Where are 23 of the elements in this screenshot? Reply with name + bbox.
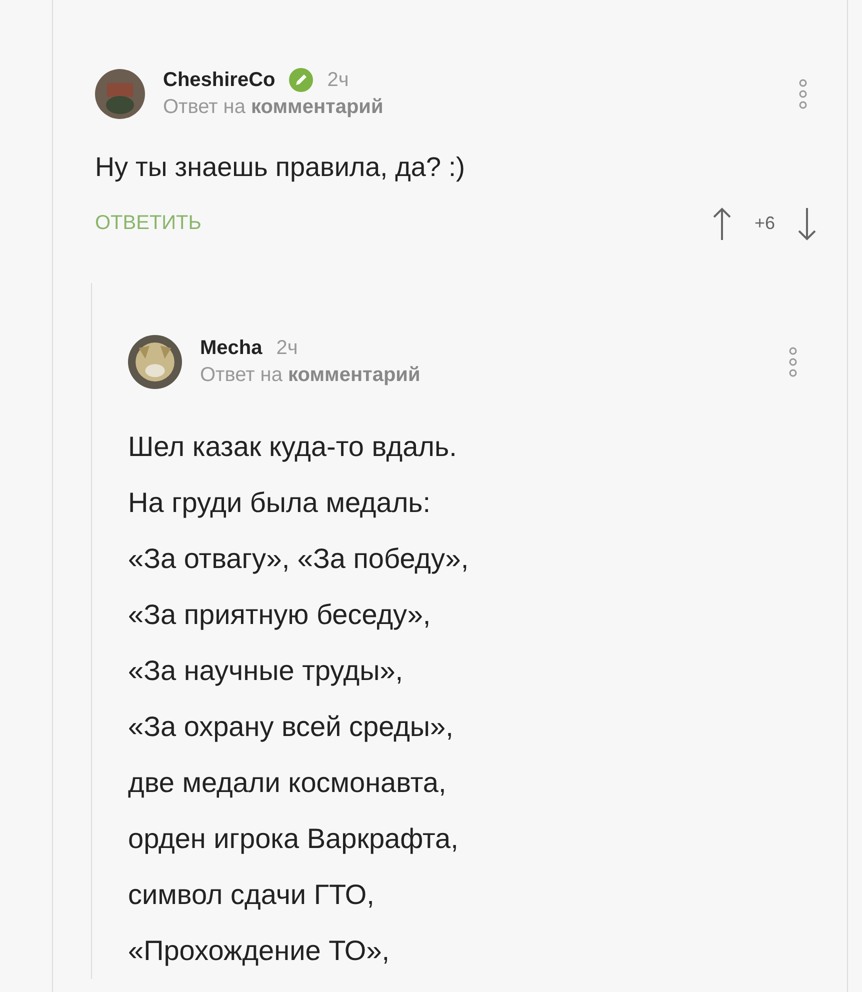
poem-line: «За приятную беседу», (128, 598, 432, 632)
upvote-icon[interactable] (712, 206, 732, 241)
comment-text: Ну ты знаешь правила, да? :) (95, 151, 466, 184)
poem-line: «За научные труды», (128, 654, 404, 688)
poem-line: «За отвагу», «За победу», (128, 542, 470, 576)
poem-line: орден игрока Варкрафта, (128, 822, 460, 856)
reply-button[interactable]: ОТВЕТИТЬ (95, 212, 202, 236)
more-icon[interactable] (789, 346, 797, 377)
poem-line: «Прохождение ТО», (128, 934, 391, 968)
poem-line: символ сдачи ГТО, (128, 878, 376, 912)
poem-line: «За охрану всей среды», (128, 710, 454, 744)
comment-time: 2ч (276, 336, 298, 360)
reply-to-link[interactable]: Ответ на комментарий (163, 96, 781, 119)
comment-time: 2ч (327, 68, 349, 92)
poem-line: На груди была медаль: (128, 486, 432, 520)
author-name[interactable]: CheshireCo (163, 68, 276, 92)
more-icon[interactable] (799, 78, 807, 108)
downvote-icon[interactable] (797, 206, 817, 241)
poem-line: две медали космонавта, (128, 766, 448, 800)
reply-to-link[interactable]: Ответ на комментарий (200, 364, 771, 387)
poem-line: Шел казак куда-то вдаль. (128, 430, 458, 464)
rating-count: +6 (754, 213, 775, 234)
author-name[interactable]: Mecha (200, 336, 262, 360)
